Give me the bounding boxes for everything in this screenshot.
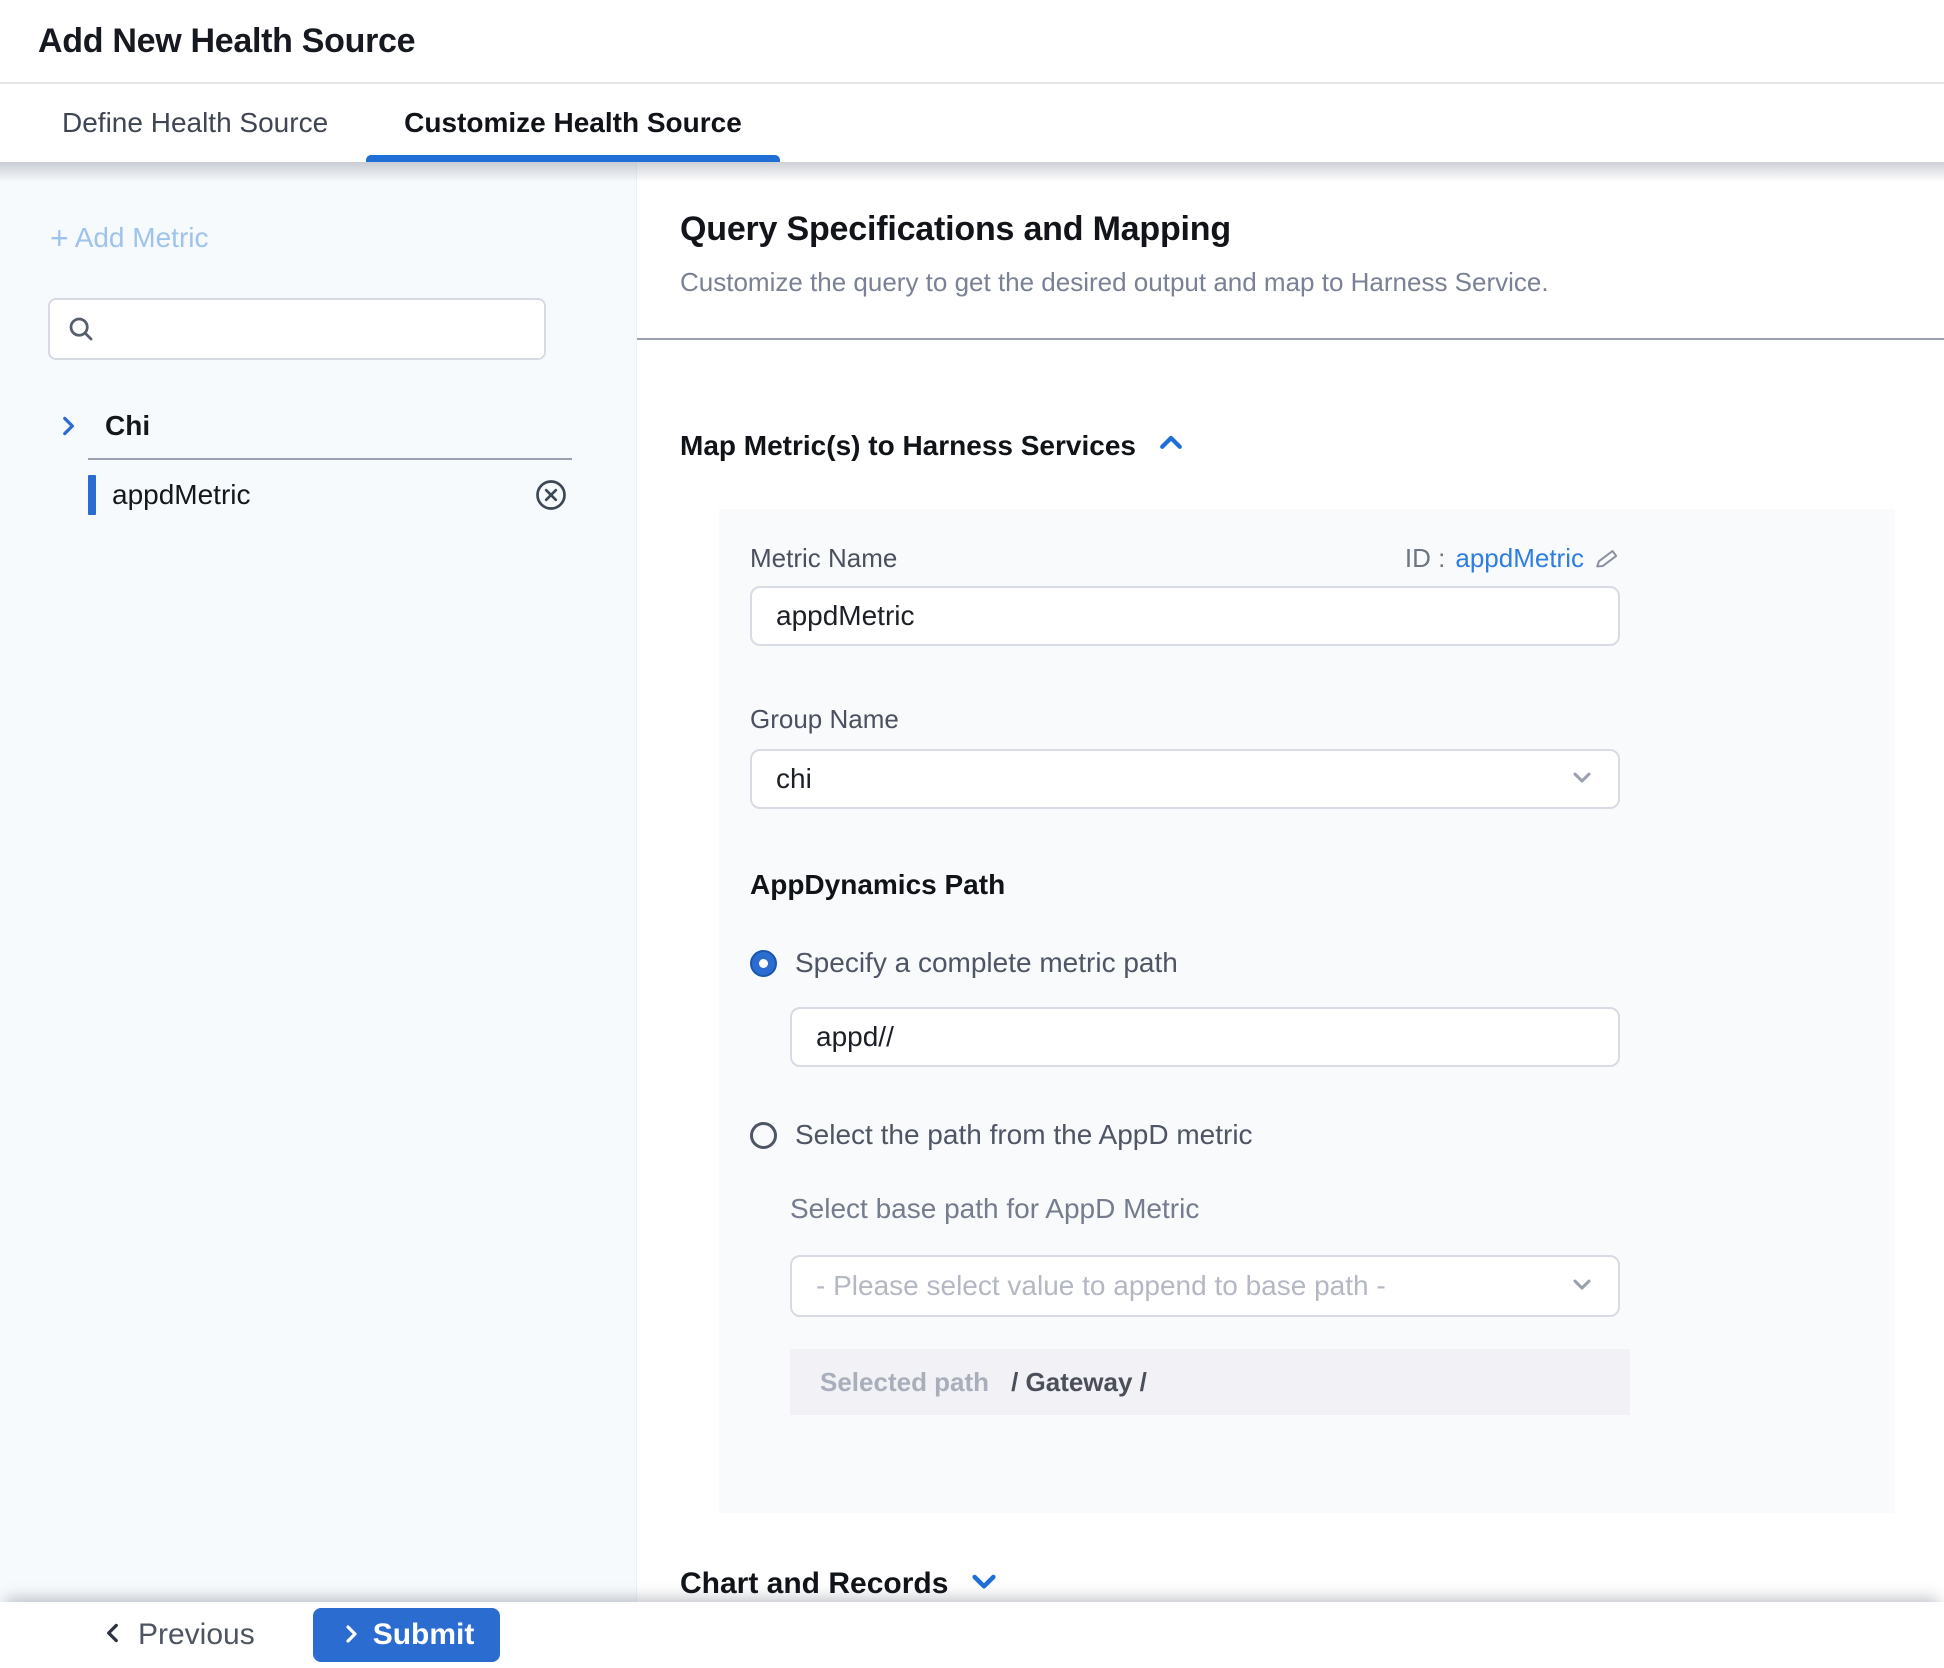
map-metrics-title: Map Metric(s) to Harness Services — [680, 430, 1136, 462]
group-name-select[interactable]: chi — [750, 749, 1620, 809]
complete-metric-path-input[interactable] — [790, 1007, 1620, 1067]
selected-indicator — [88, 475, 96, 515]
title-divider — [637, 338, 1944, 340]
metric-list-item[interactable]: appdMetric — [0, 460, 636, 530]
plus-icon: + — [50, 222, 69, 254]
radio-select-appd-path[interactable]: Select the path from the AppD metric — [750, 1119, 1895, 1151]
metric-search — [48, 298, 546, 360]
tab-bar: Define Health Source Customize Health So… — [0, 84, 1944, 162]
edit-pencil-icon[interactable] — [1594, 546, 1620, 572]
id-label: ID : — [1405, 543, 1445, 574]
add-metric-button[interactable]: + Add Metric — [50, 222, 209, 254]
search-input[interactable] — [48, 298, 546, 360]
base-path-select[interactable]: - Please select value to append to base … — [790, 1255, 1620, 1317]
metrics-sidebar: + Add Metric Chi — [0, 162, 637, 1602]
chevron-left-icon — [100, 1620, 126, 1651]
metric-name-row: Metric Name ID : appdMetric — [750, 543, 1620, 574]
metric-mapping-card: Metric Name ID : appdMetric Group Name — [719, 509, 1895, 1513]
metric-item-label: appdMetric — [112, 479, 251, 511]
metric-id-wrap: ID : appdMetric — [1405, 543, 1620, 574]
section-subtitle: Customize the query to get the desired o… — [680, 267, 1944, 298]
radio-unchecked-icon[interactable] — [750, 1122, 777, 1149]
base-path-label: Select base path for AppD Metric — [790, 1193, 1895, 1225]
chevron-up-icon[interactable] — [1156, 428, 1186, 463]
radio-checked-icon[interactable] — [750, 950, 777, 977]
dialog-body: + Add Metric Chi — [0, 162, 1944, 1602]
metric-group-row[interactable]: Chi — [0, 400, 636, 452]
page-title: Add New Health Source — [38, 22, 415, 61]
tab-define-health-source[interactable]: Define Health Source — [24, 84, 366, 162]
previous-button[interactable]: Previous — [100, 1618, 255, 1652]
submit-button[interactable]: Submit — [313, 1608, 501, 1662]
delete-metric-icon[interactable] — [533, 477, 569, 513]
selected-path-value: / Gateway / — [1011, 1367, 1147, 1398]
dialog-footer: Previous Submit — [0, 1602, 1944, 1668]
metric-id-link[interactable]: appdMetric — [1455, 543, 1584, 574]
radio-select-appd-path-label: Select the path from the AppD metric — [795, 1119, 1253, 1151]
chevron-down-icon — [1568, 1270, 1596, 1303]
dialog-header: Add New Health Source — [0, 0, 1944, 84]
group-name-label: Group Name — [750, 704, 1895, 735]
previous-label: Previous — [138, 1618, 255, 1652]
base-path-placeholder: - Please select value to append to base … — [816, 1270, 1386, 1302]
metric-name-input[interactable] — [750, 586, 1620, 646]
chevron-right-icon[interactable] — [55, 413, 81, 439]
selected-path-strip: Selected path / Gateway / — [790, 1349, 1630, 1415]
metric-group-label: Chi — [105, 410, 150, 442]
submit-label: Submit — [373, 1618, 475, 1652]
chevron-right-icon — [339, 1622, 363, 1649]
add-health-source-dialog: Add New Health Source Define Health Sour… — [0, 0, 1944, 1668]
tab-customize-health-source[interactable]: Customize Health Source — [366, 84, 780, 162]
map-metrics-section-header[interactable]: Map Metric(s) to Harness Services — [680, 428, 1944, 463]
search-icon — [66, 314, 96, 349]
selected-path-label: Selected path — [820, 1367, 989, 1398]
chart-and-records-title: Chart and Records — [680, 1567, 948, 1601]
group-name-value: chi — [776, 763, 812, 795]
appdynamics-path-title: AppDynamics Path — [750, 869, 1895, 901]
chevron-down-icon[interactable] — [968, 1565, 1000, 1602]
add-metric-label: Add Metric — [75, 222, 209, 254]
query-spec-panel: Query Specifications and Mapping Customi… — [637, 162, 1944, 1602]
radio-complete-metric-path-label: Specify a complete metric path — [795, 947, 1178, 979]
section-page-title: Query Specifications and Mapping — [680, 210, 1944, 249]
radio-complete-metric-path[interactable]: Specify a complete metric path — [750, 947, 1895, 979]
chevron-down-icon — [1568, 763, 1596, 796]
metric-name-label: Metric Name — [750, 543, 897, 574]
chart-and-records-section-header[interactable]: Chart and Records — [680, 1565, 1944, 1602]
